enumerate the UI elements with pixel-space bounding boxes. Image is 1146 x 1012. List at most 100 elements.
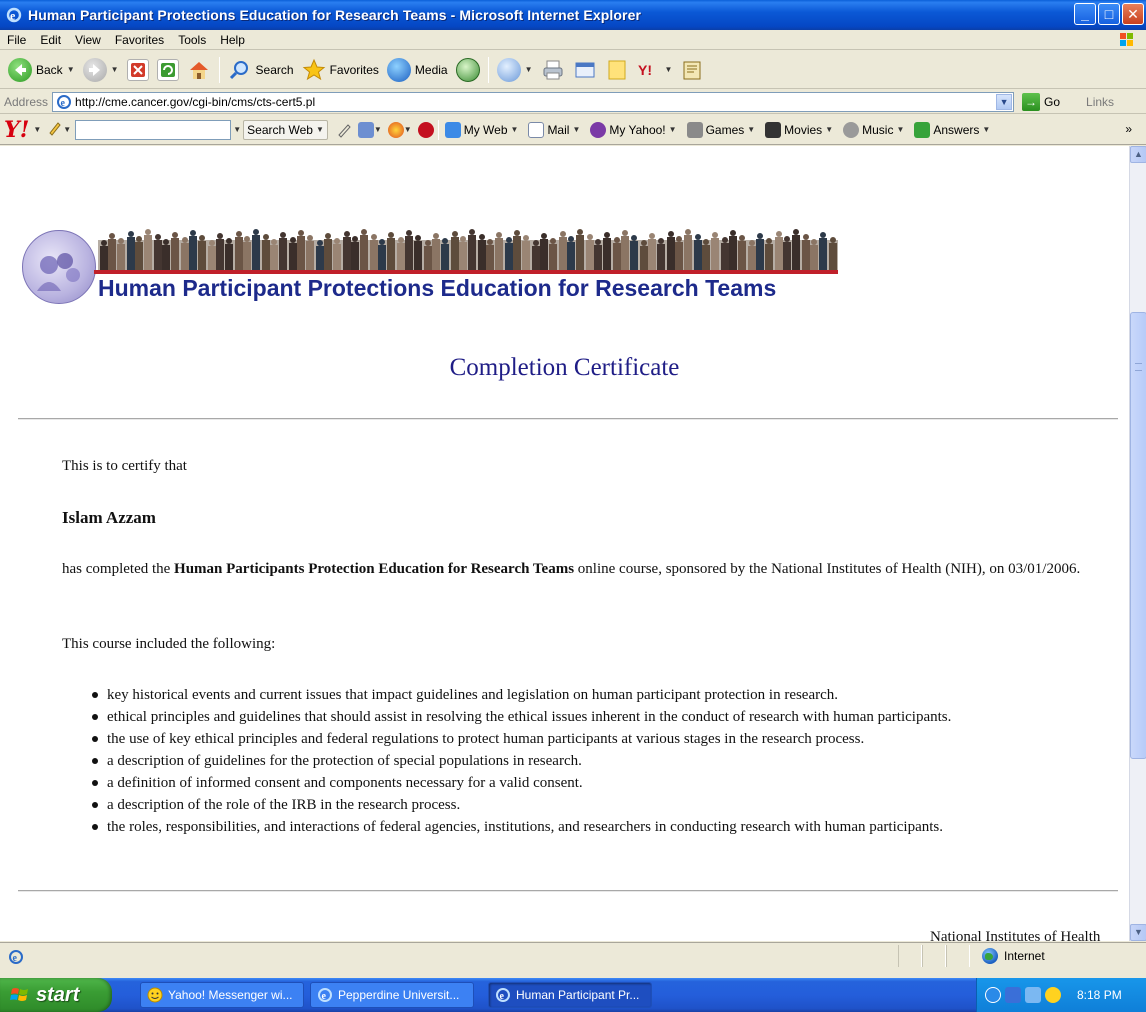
history-icon: [455, 57, 480, 82]
pencil-icon[interactable]: [47, 120, 63, 139]
yahoo-search-input[interactable]: [75, 119, 232, 140]
task-label: Yahoo! Messenger wi...: [168, 988, 293, 1002]
windows-flag-icon: [10, 985, 30, 1005]
minimize-button[interactable]: _: [1074, 3, 1096, 25]
layout-icon[interactable]: [357, 121, 374, 138]
certificate-title: Completion Certificate: [449, 354, 680, 381]
music-label: Music: [862, 122, 894, 137]
refresh-button[interactable]: [153, 55, 183, 85]
print-button[interactable]: [537, 55, 569, 85]
answers-button[interactable]: Answers ▼: [914, 121, 991, 138]
links-button[interactable]: Links: [1086, 95, 1114, 109]
address-input[interactable]: e http://cme.cancer.gov/cgi-bin/cms/cts-…: [52, 91, 1015, 112]
list-item: ethical principles and guidelines that s…: [62, 706, 951, 728]
menu-view[interactable]: View: [68, 33, 108, 47]
close-button[interactable]: ✕: [1122, 3, 1144, 25]
mail-dropdown-icon[interactable]: ▼: [525, 65, 533, 74]
taskbar-item-pepperdine[interactable]: e Pepperdine Universit...: [310, 982, 474, 1008]
yahoo-messenger-button[interactable]: Y! ▼: [633, 55, 677, 85]
forward-dropdown-icon[interactable]: ▼: [111, 65, 119, 74]
edit-button[interactable]: [569, 55, 601, 85]
messenger-dropdown-icon[interactable]: ▼: [665, 65, 673, 74]
scroll-down-button[interactable]: ▼: [1130, 924, 1146, 941]
taskbar-item-human-participant[interactable]: e Human Participant Pr...: [488, 982, 652, 1008]
search-web-button[interactable]: Search Web ▼: [243, 119, 328, 140]
menu-bar: File Edit View Favorites Tools Help: [0, 30, 1146, 50]
go-arrow-icon: →: [1022, 92, 1041, 111]
address-dropdown-icon[interactable]: ▼: [996, 93, 1013, 110]
games-button[interactable]: Games ▼: [686, 121, 755, 138]
media-button[interactable]: Media: [383, 55, 452, 85]
status-cell: [898, 945, 922, 967]
back-dropdown-icon[interactable]: ▼: [67, 65, 75, 74]
yahoo-messenger-tray-icon[interactable]: [1045, 987, 1061, 1003]
page-status-icon: e: [8, 949, 24, 965]
footer-org: National Institutes of Health: [930, 929, 1101, 941]
yahoo-toolbar: Y! ▼ ▼ ▼ Search Web ▼ ▼ ▼ My Web ▼ Mail …: [0, 115, 1146, 145]
messenger-tray-icon[interactable]: [1025, 987, 1041, 1003]
my-web-button[interactable]: My Web ▼: [444, 121, 519, 138]
topic-text: the use of key ethical principles and fe…: [107, 731, 865, 747]
taskbar: start Yahoo! Messenger wi... e Pepperdin…: [0, 978, 1146, 1012]
anti-spy-icon[interactable]: [387, 121, 404, 138]
menu-file[interactable]: File: [0, 33, 33, 47]
my-yahoo-button[interactable]: My Yahoo! ▼: [590, 121, 677, 138]
envelope-icon: [528, 121, 545, 138]
pencil-dropdown-icon[interactable]: ▼: [63, 125, 71, 134]
history-button[interactable]: [452, 55, 484, 85]
menu-favorites[interactable]: Favorites: [108, 33, 171, 47]
search-history-dropdown-icon[interactable]: ▼: [233, 125, 241, 134]
crowd-image: [98, 229, 838, 270]
research-button[interactable]: [676, 55, 708, 85]
back-button[interactable]: Back ▼: [4, 55, 79, 85]
stop-button[interactable]: [123, 55, 153, 85]
headphones-icon[interactable]: [417, 121, 434, 138]
answers-dropdown-icon: ▼: [982, 125, 991, 134]
favorites-button[interactable]: Favorites: [298, 55, 383, 85]
vertical-scrollbar[interactable]: ▲ ▼: [1129, 146, 1146, 941]
search-button[interactable]: Search: [224, 55, 298, 85]
search-label: Search: [255, 62, 294, 77]
go-button[interactable]: → Go: [1022, 92, 1060, 111]
forward-button[interactable]: ▼: [79, 55, 123, 85]
status-cell: [922, 945, 946, 967]
games-label: Games: [705, 122, 745, 137]
list-item: the roles, responsibilities, and interac…: [62, 816, 951, 838]
network-icon[interactable]: [1005, 987, 1021, 1003]
title-bar: e Human Participant Protections Educatio…: [0, 0, 1146, 30]
my-web-dropdown-icon: ▼: [510, 125, 519, 134]
maximize-button[interactable]: □: [1098, 3, 1120, 25]
notes-button[interactable]: [601, 55, 633, 85]
start-button[interactable]: start: [0, 978, 112, 1012]
tray-expand-icon[interactable]: [985, 987, 1001, 1003]
top-divider: [18, 418, 1118, 420]
movies-dropdown-icon: ▼: [825, 125, 834, 134]
mail-yahoo-button[interactable]: Mail ▼: [528, 121, 580, 138]
scroll-thumb[interactable]: [1130, 312, 1146, 759]
menu-help[interactable]: Help: [213, 33, 252, 47]
home-button[interactable]: [183, 55, 215, 85]
games-icon: [686, 121, 703, 138]
bullet-icon: [92, 736, 98, 742]
bottom-divider: [18, 890, 1118, 892]
scroll-up-button[interactable]: ▲: [1130, 146, 1146, 163]
yahoo-logo-dropdown-icon[interactable]: ▼: [33, 125, 41, 134]
anti-spy-dropdown-icon[interactable]: ▼: [404, 125, 412, 134]
highlight-pen-icon[interactable]: [336, 122, 352, 138]
svg-text:e: e: [10, 9, 16, 23]
yahoo-logo-icon[interactable]: Y!: [4, 119, 29, 141]
search-web-dropdown-icon: ▼: [315, 125, 324, 134]
address-label: Address: [4, 94, 49, 109]
more-toolbar-button[interactable]: »: [1125, 122, 1132, 136]
list-item: a description of guidelines for the prot…: [62, 750, 951, 772]
taskbar-item-yahoo-messenger[interactable]: Yahoo! Messenger wi...: [140, 982, 304, 1008]
menu-edit[interactable]: Edit: [33, 33, 68, 47]
status-bar: e Internet: [0, 942, 1146, 978]
movies-button[interactable]: Movies ▼: [765, 121, 834, 138]
mail-button[interactable]: ▼: [493, 55, 537, 85]
page-icon: e: [56, 94, 72, 110]
layout-dropdown-icon[interactable]: ▼: [374, 125, 382, 134]
menu-tools[interactable]: Tools: [171, 33, 213, 47]
music-button[interactable]: Music ▼: [843, 121, 904, 138]
my-yahoo-label: My Yahoo!: [609, 122, 666, 137]
